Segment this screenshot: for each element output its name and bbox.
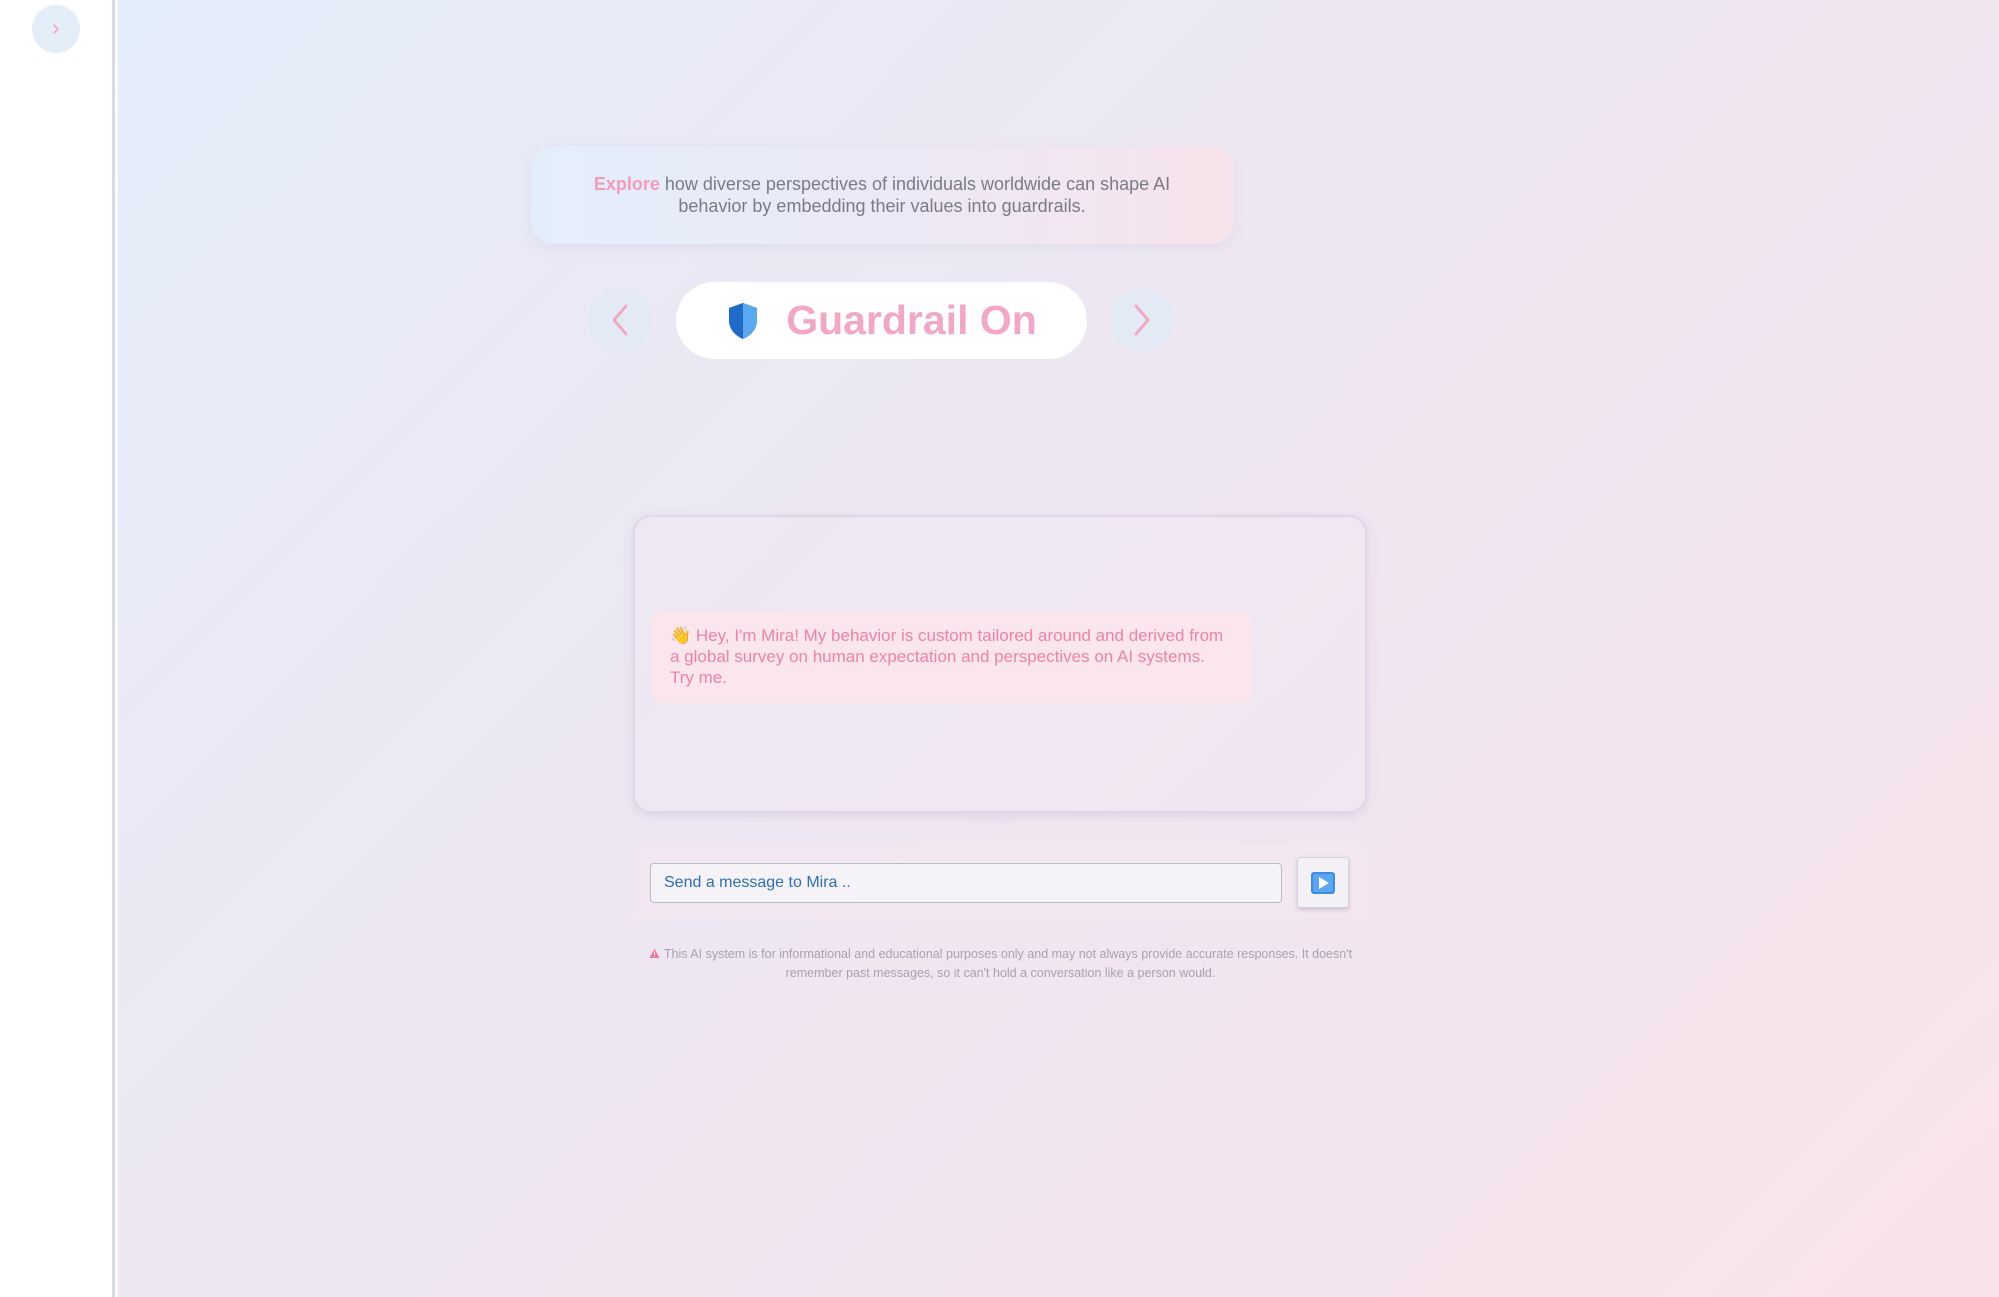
bot-message-bubble: 👋 Hey, I'm Mira! My behavior is custom t…	[650, 612, 1252, 703]
previous-guardrail-button[interactable]	[588, 288, 652, 352]
guardrail-status-pill: Guardrail On	[676, 282, 1087, 359]
play-icon	[1311, 871, 1335, 894]
guardrail-label: Guardrail On	[786, 297, 1037, 343]
bot-message-text: Hey, I'm Mira! My behavior is custom tai…	[670, 626, 1224, 687]
wave-icon: 👋	[670, 626, 692, 645]
intro-text: how diverse perspectives of individuals …	[664, 174, 1171, 216]
next-guardrail-button[interactable]	[1110, 288, 1174, 352]
chevron-right-icon	[1134, 304, 1150, 336]
composer	[634, 843, 1367, 919]
chat-panel: 👋 Hey, I'm Mira! My behavior is custom t…	[633, 515, 1367, 813]
intro-accent-word: Explore	[593, 174, 660, 194]
sidebar-toggle-button[interactable]	[32, 5, 80, 53]
send-button[interactable]	[1297, 857, 1349, 908]
disclaimer-text: This AI system is for informational and …	[663, 947, 1353, 980]
chevron-right-icon	[53, 24, 59, 34]
chevron-left-icon	[612, 304, 628, 336]
disclaimer: This AI system is for informational and …	[634, 945, 1367, 983]
warning-icon	[649, 948, 660, 958]
intro-card: Explore how diverse perspectives of indi…	[531, 146, 1233, 244]
shield-icon	[729, 302, 758, 339]
message-input[interactable]	[650, 863, 1282, 903]
sidebar	[0, 0, 115, 1297]
